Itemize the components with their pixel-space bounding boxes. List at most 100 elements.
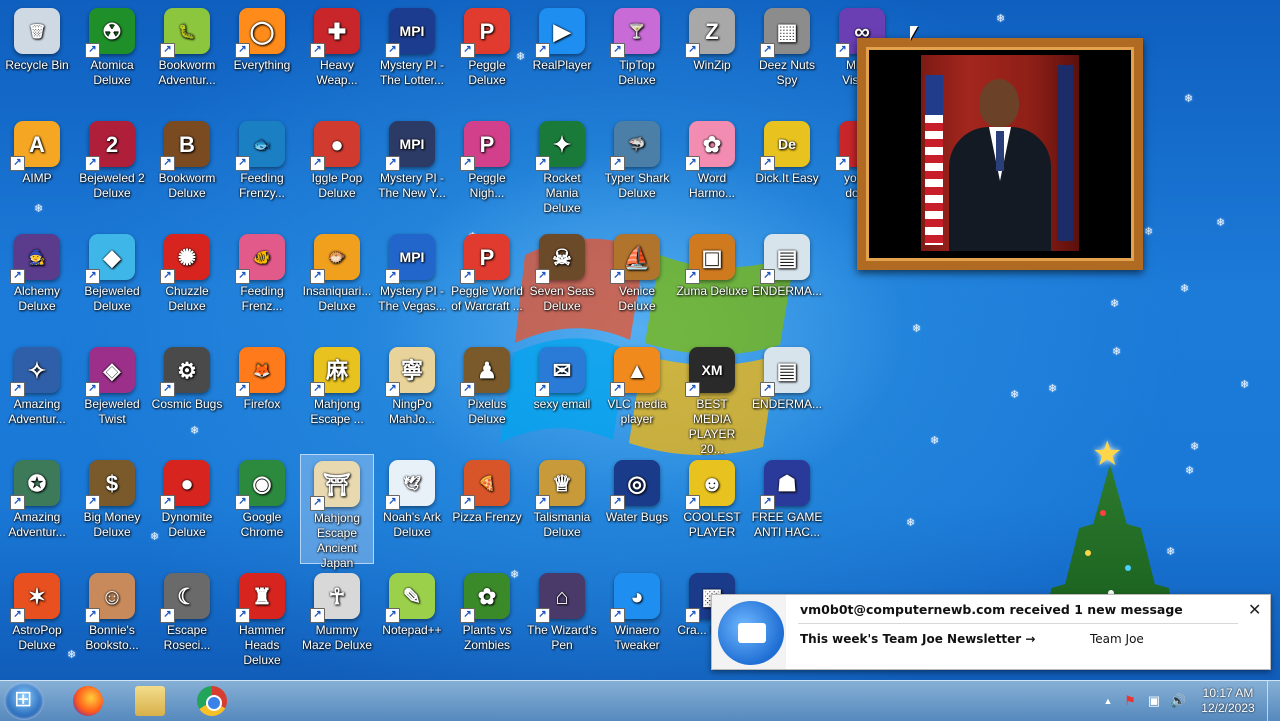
desktop-icon[interactable]: De ↗ Dick.It Easy xyxy=(750,115,824,225)
desktop-icon[interactable]: ☾ ↗ Escape Roseci... xyxy=(150,567,224,677)
desktop-icon[interactable]: ⛩ ↗ Mahjong Escape Ancient Japan xyxy=(300,454,374,570)
desktop-icon[interactable]: ✎ ↗ Notepad++ xyxy=(375,567,449,677)
desktop-icon[interactable]: ◈ ↗ Bejeweled Twist xyxy=(75,341,149,451)
clock[interactable]: 10:17 AM 12/2/2023 xyxy=(1198,686,1258,716)
close-icon[interactable]: ✕ xyxy=(1248,600,1261,619)
taskbar-chrome-button[interactable] xyxy=(184,683,240,719)
desktop-icon[interactable]: ✿ ↗ Plants vs Zombies xyxy=(450,567,524,677)
desktop-icon[interactable]: ▤ ↗ ENDERMA... xyxy=(750,228,824,338)
desktop-icon[interactable]: 🐛 ↗ Bookworm Adventur... xyxy=(150,2,224,112)
desktop-icon[interactable]: 🦈 ↗ Typer Shark Deluxe xyxy=(600,115,674,225)
desktop-icon[interactable]: 🐡 ↗ Insaniquari... Deluxe xyxy=(300,228,374,338)
shortcut-arrow-icon: ↗ xyxy=(85,495,100,510)
desktop-icon[interactable]: ◎ ↗ Water Bugs xyxy=(600,454,674,564)
message-subject[interactable]: This week's Team Joe Newsletter → xyxy=(800,632,1035,646)
desktop-icon[interactable]: ☥ ↗ Mummy Maze Deluxe xyxy=(300,567,374,677)
desktop-icon[interactable]: MPI ↗ Mystery PI - The Vegas... xyxy=(375,228,449,338)
desktop-icon[interactable]: ☢ ↗ Atomica Deluxe xyxy=(75,2,149,112)
desktop-icon[interactable]: P ↗ Peggle Nigh... xyxy=(450,115,524,225)
chevron-up-icon[interactable]: ▲ xyxy=(1100,693,1116,709)
desktop-icon-label: Chuzzle Deluxe xyxy=(165,284,209,313)
desktop-icon[interactable]: ♟ ↗ Pixelus Deluxe xyxy=(450,341,524,451)
desktop-icon[interactable]: P ↗ Peggle World of Warcraft ... xyxy=(450,228,524,338)
shortcut-arrow-icon: ↗ xyxy=(535,43,550,58)
show-desktop-button[interactable] xyxy=(1267,681,1280,721)
desktop-icon[interactable]: 麻 ↗ Mahjong Escape ... xyxy=(300,341,374,451)
desktop-icon[interactable]: 🕊 ↗ Noah's Ark Deluxe xyxy=(375,454,449,564)
desktop-icon[interactable]: B ↗ Bookworm Deluxe xyxy=(150,115,224,225)
desktop-icon[interactable]: XM ↗ BEST MEDIA PLAYER 20... xyxy=(675,341,749,456)
snowflake-icon: ❄ xyxy=(1048,383,1058,395)
app-icon: 寧 ↗ xyxy=(385,347,435,397)
taskbar-explorer-button[interactable] xyxy=(122,683,178,719)
desktop-icon[interactable]: ✺ ↗ Chuzzle Deluxe xyxy=(150,228,224,338)
desktop-icon[interactable]: 2 ↗ Bejeweled 2 Deluxe xyxy=(75,115,149,225)
app-icon: ▣ ↗ xyxy=(685,234,735,284)
desktop-icon[interactable]: ● ↗ Dynomite Deluxe xyxy=(150,454,224,564)
desktop-icon[interactable]: ▦ ↗ Deez Nuts Spy xyxy=(750,2,824,112)
desktop-icon[interactable]: ▣ ↗ Zuma Deluxe xyxy=(675,228,749,338)
desktop-icon[interactable]: 🍕 ↗ Pizza Frenzy xyxy=(450,454,524,564)
desktop-icon[interactable]: 🐠 ↗ Feeding Frenz... xyxy=(225,228,299,338)
desktop-icon[interactable]: ✿ ↗ Word Harmo... xyxy=(675,115,749,225)
desktop-icon[interactable]: 🗑 Recycle Bin xyxy=(0,2,74,112)
shortcut-arrow-icon: ↗ xyxy=(160,382,175,397)
desktop-icon[interactable]: ▤ ↗ ENDERMA... xyxy=(750,341,824,451)
shortcut-arrow-icon: ↗ xyxy=(160,269,175,284)
desktop-icon[interactable]: ✶ ↗ AstroPop Deluxe xyxy=(0,567,74,677)
desktop-icon[interactable]: A ↗ AIMP xyxy=(0,115,74,225)
desktop-icon[interactable]: 寧 ↗ NingPo MahJo... xyxy=(375,341,449,451)
shortcut-arrow-icon: ↗ xyxy=(835,156,850,171)
desktop-icon-label: Dynomite Deluxe xyxy=(161,510,213,539)
desktop-icon[interactable]: 🍸 ↗ TipTop Deluxe xyxy=(600,2,674,112)
taskbar-firefox-button[interactable] xyxy=(60,683,116,719)
desktop-icon[interactable]: ⌂ ↗ The Wizard's Pen xyxy=(525,567,599,677)
desktop[interactable]: ❄❄❄❄❄❄❄❄❄❄❄❄❄❄❄❄❄❄❄❄❄❄❄❄❄❄ 🗑Recycle Bin☢… xyxy=(0,0,1280,680)
app-icon: De ↗ xyxy=(760,121,810,171)
desktop-icon-label: Cosmic Bugs xyxy=(151,397,223,411)
desktop-icon[interactable]: P ↗ Peggle Deluxe xyxy=(450,2,524,112)
desktop-icon[interactable]: 🧙 ↗ Alchemy Deluxe xyxy=(0,228,74,338)
desktop-icon[interactable]: ⛵ ↗ Venice Deluxe xyxy=(600,228,674,338)
desktop-icon[interactable]: ☺ ↗ Bonnie's Booksto... xyxy=(75,567,149,677)
desktop-icon[interactable]: 🐟 ↗ Feeding Frenzy... xyxy=(225,115,299,225)
picture-frame-gadget[interactable] xyxy=(857,38,1143,270)
desktop-icon[interactable]: ✉ ↗ sexy email xyxy=(525,341,599,451)
desktop-icon[interactable]: ☗ ↗ FREE GAME ANTI HAC... xyxy=(750,454,824,564)
desktop-icon[interactable]: ◉ ↗ Google Chrome xyxy=(225,454,299,564)
desktop-icon[interactable]: 🦊 ↗ Firefox xyxy=(225,341,299,451)
desktop-icon[interactable]: ● ↗ Iggle Pop Deluxe xyxy=(300,115,374,225)
desktop-icon[interactable]: ◕ ↗ Winaero Tweaker xyxy=(600,567,674,677)
desktop-icon[interactable]: ▲ ↗ VLC media player xyxy=(600,341,674,451)
desktop-icon[interactable]: ✧ ↗ Amazing Adventur... xyxy=(0,341,74,451)
desktop-icon[interactable]: ✦ ↗ Rocket Mania Deluxe xyxy=(525,115,599,225)
desktop-icon[interactable]: ◆ ↗ Bejeweled Deluxe xyxy=(75,228,149,338)
desktop-icon[interactable]: $ ↗ Big Money Deluxe xyxy=(75,454,149,564)
desktop-icon[interactable]: ▶ ↗ RealPlayer xyxy=(525,2,599,112)
app-icon: ◕ ↗ xyxy=(610,573,660,623)
desktop-icon[interactable]: ☠ ↗ Seven Seas Deluxe xyxy=(525,228,599,338)
app-icon: $ ↗ xyxy=(85,460,135,510)
start-button[interactable] xyxy=(4,682,44,720)
shortcut-arrow-icon: ↗ xyxy=(385,608,400,623)
network-icon[interactable]: ▣ xyxy=(1146,693,1162,709)
thunderbird-notification[interactable]: vm0b0t@computernewb.com received 1 new m… xyxy=(711,594,1271,670)
action-center-flag-icon[interactable]: ⚑ xyxy=(1122,693,1138,709)
desktop-icon[interactable]: MPI ↗ Mystery PI - The Lotter... xyxy=(375,2,449,112)
taskbar: ▲ ⚑ ▣ 🔊 10:17 AM 12/2/2023 xyxy=(0,680,1280,721)
desktop-icon-label: Word Harmo... xyxy=(688,171,735,200)
app-icon: ☺ ↗ xyxy=(85,573,135,623)
desktop-icon[interactable]: ✚ ↗ Heavy Weap... xyxy=(300,2,374,112)
desktop-icon[interactable]: ⚙ ↗ Cosmic Bugs xyxy=(150,341,224,451)
desktop-icon[interactable]: ♜ ↗ Hammer Heads Deluxe xyxy=(225,567,299,677)
shortcut-arrow-icon: ↗ xyxy=(460,269,475,284)
desktop-icon[interactable]: ♕ ↗ Talismania Deluxe xyxy=(525,454,599,564)
desktop-icon[interactable]: MPI ↗ Mystery PI - The New Y... xyxy=(375,115,449,225)
us-flag xyxy=(925,75,943,245)
desktop-icon[interactable]: ◯ ↗ Everything xyxy=(225,2,299,112)
desktop-icon[interactable]: ☻ ↗ COOLEST PLAYER xyxy=(675,454,749,564)
desktop-icon[interactable]: Z ↗ WinZip xyxy=(675,2,749,112)
desktop-icon[interactable]: ✪ ↗ Amazing Adventur... xyxy=(0,454,74,564)
app-icon: 麻 ↗ xyxy=(310,347,360,397)
volume-icon[interactable]: 🔊 xyxy=(1170,693,1186,709)
